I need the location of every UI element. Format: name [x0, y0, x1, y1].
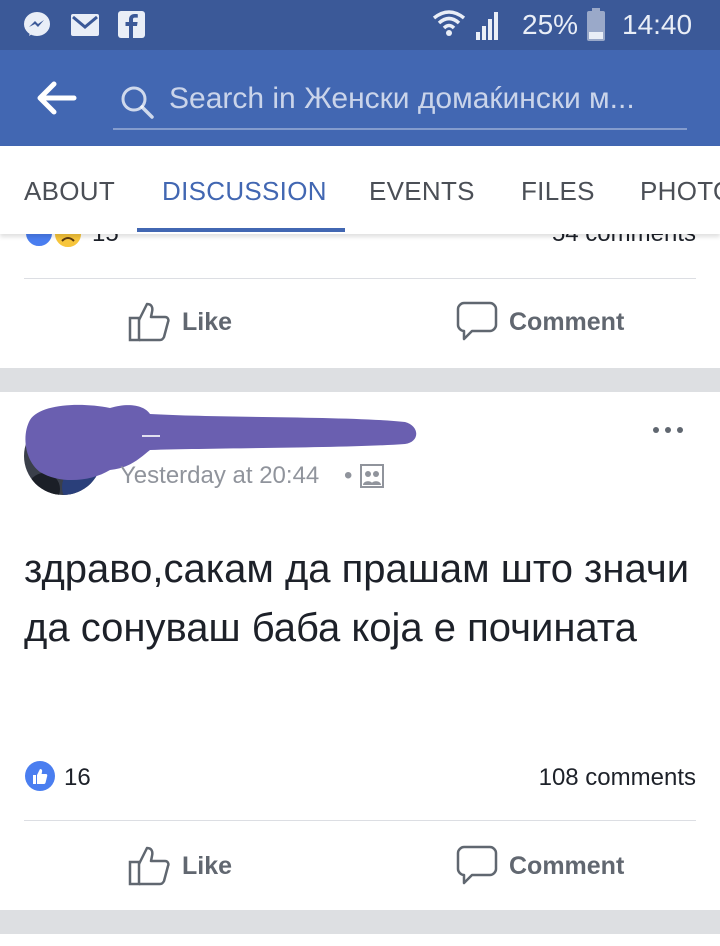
post-timestamp[interactable]: Yesterday at 20:44	[120, 462, 319, 490]
more-options-icon[interactable]	[652, 422, 684, 440]
like-reaction-icon	[24, 760, 56, 797]
sad-reaction-icon	[52, 234, 84, 255]
comment-bubble-icon	[456, 301, 498, 346]
meta-separator: •	[344, 462, 353, 489]
search-input[interactable]: Search in Женски домаќински м...	[113, 74, 687, 130]
reactions-count[interactable]: 16	[64, 764, 91, 792]
group-tabs: ABOUT DISCUSSION EVENTS FILES PHOTO	[0, 146, 720, 234]
status-bar: 25% 14:40	[0, 0, 720, 50]
comments-count[interactable]: 108 comments	[539, 764, 696, 792]
like-reaction-icon	[24, 234, 54, 253]
feed[interactable]: 15 54 comments Like Comment	[0, 234, 720, 946]
thumbs-up-icon	[128, 844, 172, 891]
like-button[interactable]: Like	[128, 844, 268, 888]
app-bar: Search in Женски домаќински м...	[0, 50, 720, 146]
post-card: Yesterday at 20:44 • здраво,сакам да пра…	[0, 392, 720, 910]
like-label: Like	[182, 308, 233, 336]
divider	[24, 820, 696, 821]
comments-count[interactable]: 54 comments	[552, 234, 696, 248]
group-audience-icon	[360, 464, 384, 493]
back-arrow-icon[interactable]	[34, 80, 78, 116]
tab-files[interactable]: FILES	[521, 176, 595, 207]
tab-about[interactable]: ABOUT	[24, 176, 115, 207]
thumbs-up-icon	[128, 300, 172, 347]
divider	[24, 278, 696, 279]
comment-button[interactable]: Comment	[456, 844, 636, 888]
like-button[interactable]: Like	[128, 300, 268, 344]
post-card: 15 54 comments Like Comment	[0, 234, 720, 368]
post-body: здраво,сакам да прашам што значи да сону…	[24, 547, 690, 650]
comment-button[interactable]: Comment	[456, 300, 636, 344]
like-label: Like	[182, 852, 233, 880]
tab-events[interactable]: EVENTS	[369, 176, 475, 207]
comment-label: Comment	[509, 308, 625, 336]
comment-label: Comment	[509, 852, 625, 880]
comment-bubble-icon	[456, 845, 498, 890]
messenger-icon	[22, 10, 52, 45]
battery-percent: 25%	[522, 9, 579, 40]
battery-icon	[586, 8, 606, 47]
wifi-icon	[432, 8, 466, 45]
tab-photos[interactable]: PHOTO	[640, 176, 720, 207]
search-placeholder: Search in Женски домаќински м...	[169, 82, 635, 115]
facebook-icon	[118, 11, 145, 43]
search-icon	[119, 84, 155, 125]
tab-discussion[interactable]: DISCUSSION	[162, 176, 327, 207]
next-post-card	[0, 934, 720, 946]
clock: 14:40	[622, 9, 693, 40]
reactions-count[interactable]: 15	[92, 234, 119, 248]
gmail-icon	[70, 13, 100, 42]
signal-icon	[474, 10, 502, 45]
active-tab-indicator	[137, 228, 345, 232]
